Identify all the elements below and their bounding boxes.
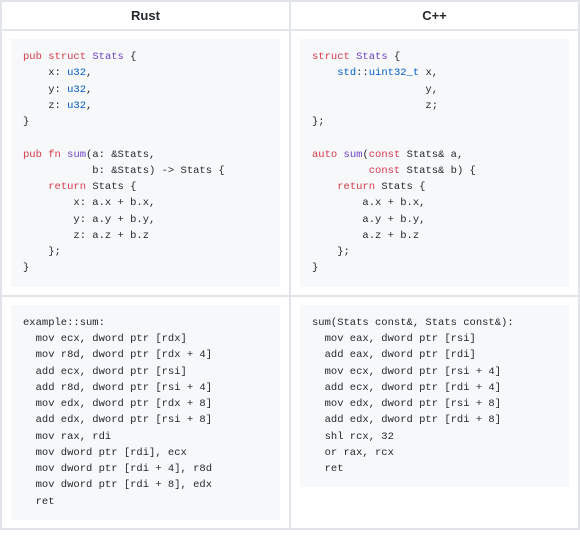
rust-asm-code: example::sum: mov ecx, dword ptr [rdx] m… bbox=[11, 305, 280, 520]
field: y: bbox=[23, 84, 67, 96]
arg: Stats& a, bbox=[400, 149, 463, 161]
expr: y: a.y + b.y, bbox=[23, 214, 155, 226]
kw-const: const bbox=[369, 149, 401, 161]
type-u32: u32 bbox=[67, 67, 86, 79]
kw-struct: struct bbox=[312, 51, 350, 63]
ns-std: std bbox=[337, 67, 356, 79]
type-name: Stats bbox=[356, 51, 388, 63]
fn-name: sum bbox=[67, 149, 86, 161]
rust-source-code: pub struct Stats { x: u32, y: u32, z: u3… bbox=[11, 39, 280, 287]
kw-pub: pub bbox=[23, 149, 42, 161]
type-uint32: uint32_t bbox=[369, 67, 419, 79]
sig: b: &Stats) -> Stats { bbox=[23, 165, 225, 177]
field: y, bbox=[312, 84, 438, 96]
kw-fn: fn bbox=[48, 149, 61, 161]
expr: a.z + b.z bbox=[312, 230, 419, 242]
kw-struct: struct bbox=[48, 51, 86, 63]
type-u32: u32 bbox=[67, 84, 86, 96]
cpp-source-code: struct Stats { std::uint32_t x, y, z; };… bbox=[300, 39, 569, 287]
scope-op: :: bbox=[356, 67, 369, 79]
rust-source-cell: pub struct Stats { x: u32, y: u32, z: u3… bbox=[1, 30, 290, 296]
cpp-asm-cell: sum(Stats const&, Stats const&): mov eax… bbox=[290, 296, 579, 529]
field: x: bbox=[23, 67, 67, 79]
header-text: Rust bbox=[131, 8, 160, 23]
rust-asm-cell: example::sum: mov ecx, dword ptr [rdx] m… bbox=[1, 296, 290, 529]
ret: Stats { bbox=[86, 181, 136, 193]
kw-pub: pub bbox=[23, 51, 42, 63]
fn-name: sum bbox=[344, 149, 363, 161]
kw-return: return bbox=[48, 181, 86, 193]
type-name: Stats bbox=[92, 51, 124, 63]
brace: }; bbox=[312, 116, 325, 128]
type-u32: u32 bbox=[67, 100, 86, 112]
comma: , bbox=[86, 67, 92, 79]
column-header-rust: Rust bbox=[1, 1, 290, 30]
brace: }; bbox=[312, 246, 350, 258]
comma: , bbox=[86, 100, 92, 112]
kw-const: const bbox=[369, 165, 401, 177]
brace: } bbox=[23, 262, 29, 274]
header-text: C++ bbox=[422, 8, 447, 23]
expr: z: a.z + b.z bbox=[23, 230, 149, 242]
pad bbox=[312, 165, 369, 177]
brace: { bbox=[388, 51, 401, 63]
brace: } bbox=[312, 262, 318, 274]
kw-auto: auto bbox=[312, 149, 337, 161]
expr: a.x + b.x, bbox=[312, 197, 425, 209]
brace: }; bbox=[23, 246, 61, 258]
sig: (a: &Stats, bbox=[86, 149, 155, 161]
cpp-asm-code: sum(Stats const&, Stats const&): mov eax… bbox=[300, 305, 569, 488]
field: x, bbox=[419, 67, 438, 79]
brace: } bbox=[23, 116, 29, 128]
expr: a.y + b.y, bbox=[312, 214, 425, 226]
kw-return: return bbox=[337, 181, 375, 193]
comma: , bbox=[86, 84, 92, 96]
arg: Stats& b) { bbox=[400, 165, 476, 177]
cpp-source-cell: struct Stats { std::uint32_t x, y, z; };… bbox=[290, 30, 579, 296]
expr: x: a.x + b.x, bbox=[23, 197, 155, 209]
ret: Stats { bbox=[375, 181, 425, 193]
brace: { bbox=[124, 51, 137, 63]
comparison-table: Rust C++ pub struct Stats { x: u32, y: u… bbox=[0, 0, 580, 530]
field: z; bbox=[312, 100, 438, 112]
field: z: bbox=[23, 100, 67, 112]
column-header-cpp: C++ bbox=[290, 1, 579, 30]
